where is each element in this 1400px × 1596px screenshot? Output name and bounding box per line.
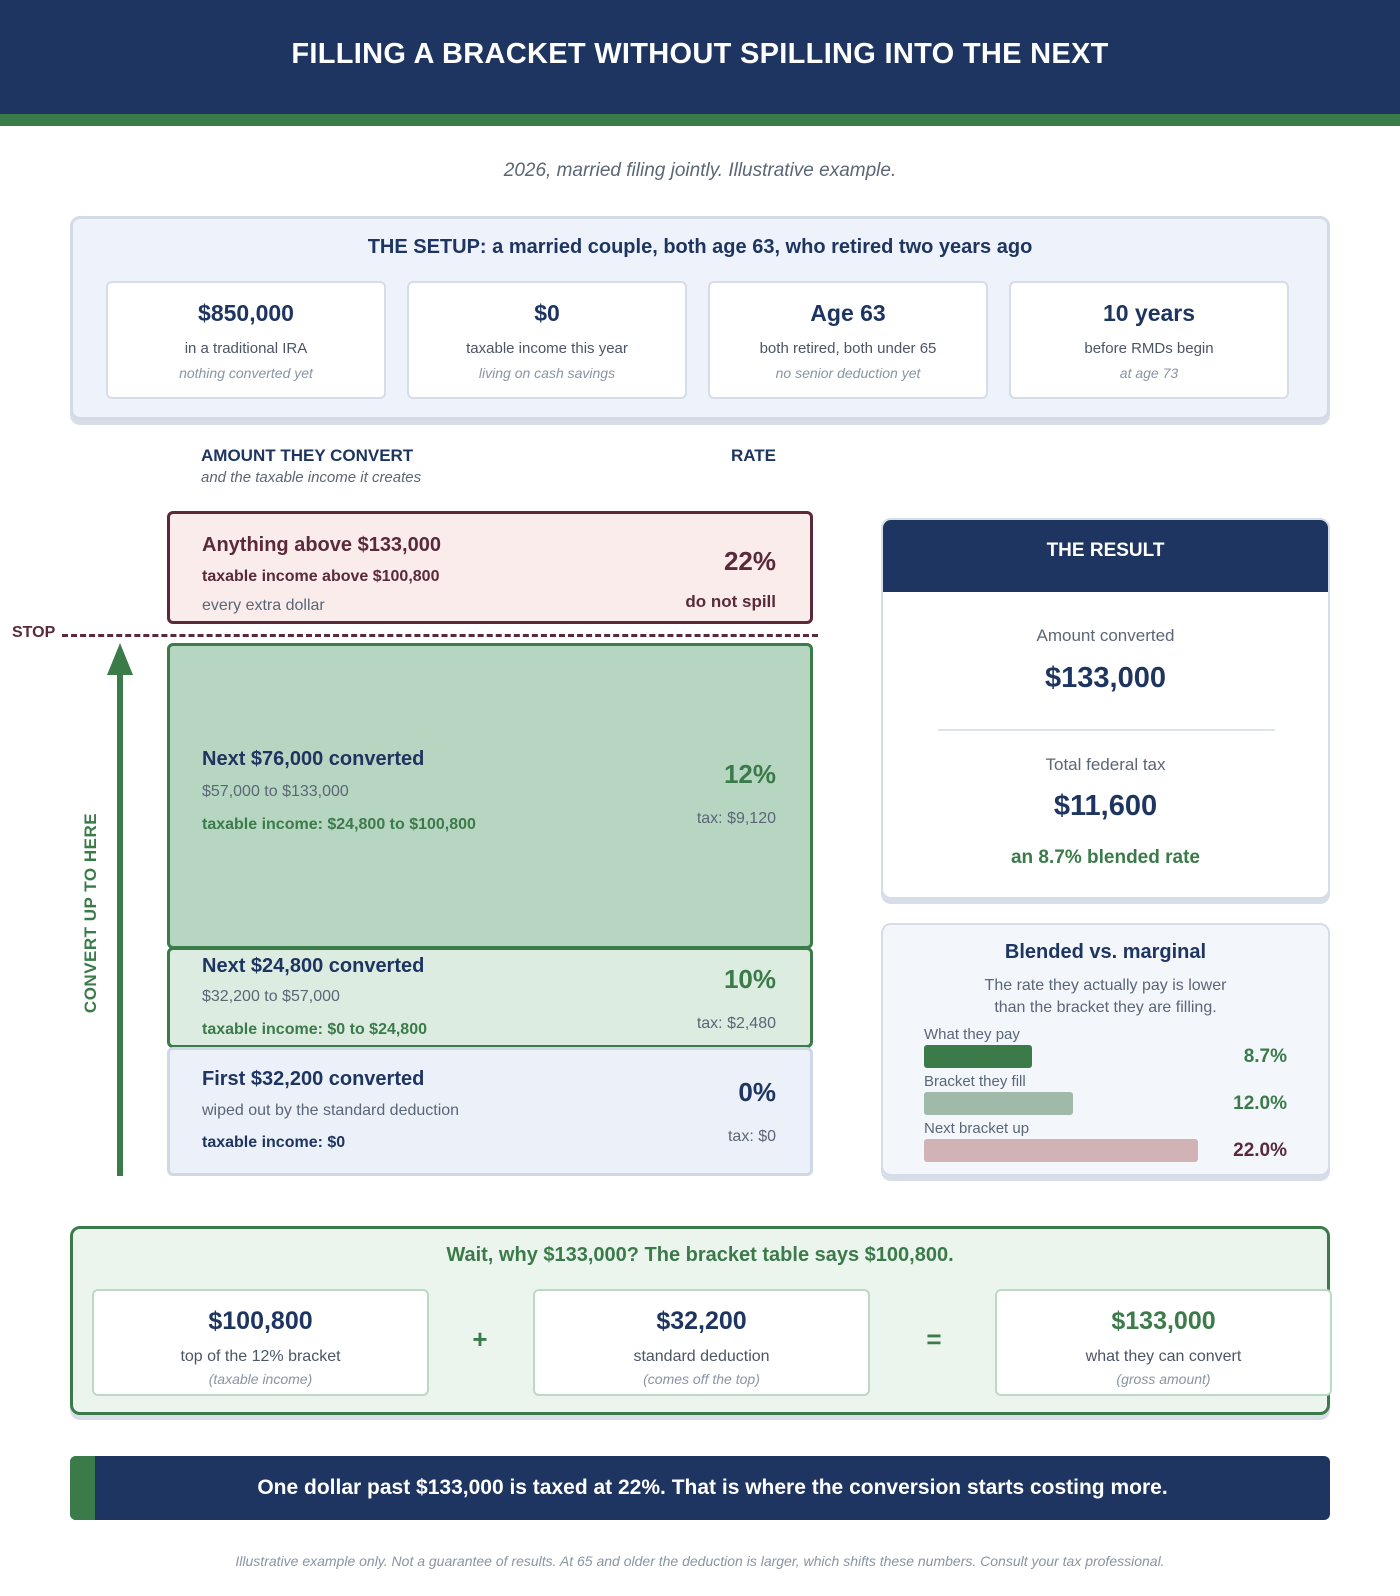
why-card-note: (gross amount) (1116, 1371, 1211, 1387)
plus-sign: + (472, 1324, 488, 1354)
blend-description-line-1: The rate they actually pay is lower (984, 977, 1227, 994)
footnote: Illustrative example only. Not a guarant… (235, 1553, 1165, 1569)
why-card-label: what they can convert (1085, 1348, 1242, 1365)
bracket-taxable-range: taxable income: $0 (202, 1134, 346, 1151)
blend-description-line-2: than the bracket they are filling. (994, 999, 1217, 1016)
why-card-value: $100,800 (208, 1307, 313, 1335)
bracket-22-band: Anything above $133,000 taxable income a… (167, 511, 813, 624)
setup-card-note: living on cash savings (478, 365, 616, 381)
setup-card-value: Age 63 (810, 300, 886, 326)
bar-value: 22.0% (1233, 1140, 1287, 1161)
bracket-range: wiped out by the standard deduction (202, 1102, 460, 1119)
why-card-note: (comes off the top) (643, 1371, 760, 1387)
header-accent-stripe (0, 114, 1400, 126)
setup-card-income: $0 taxable income this year living on ca… (407, 281, 687, 399)
takeaway-banner: One dollar past $133,000 is taxed at 22%… (70, 1456, 1330, 1520)
rate-bar-what-they-pay (924, 1045, 1032, 1068)
setup-card-value: $0 (534, 300, 560, 326)
stop-label: STOP (12, 624, 56, 641)
rate-bar-next-bracket (924, 1139, 1198, 1162)
setup-card-value: 10 years (1102, 300, 1196, 326)
converted-label: Amount converted (1036, 626, 1175, 645)
setup-card-value: $850,000 (198, 300, 294, 326)
why-card-bracket-top: $100,800 top of the 12% bracket (taxable… (92, 1289, 429, 1396)
why-card-note: (taxable income) (208, 1371, 313, 1387)
page-subtitle: 2026, married filing jointly. Illustrati… (503, 160, 897, 181)
why-card-label: top of the 12% bracket (180, 1348, 341, 1365)
setup-card-label: in a traditional IRA (184, 340, 308, 357)
bar-label: Next bracket up (924, 1120, 1030, 1137)
bracket-taxable-range: taxable income above $100,800 (202, 568, 440, 585)
bracket-taxable-range: taxable income: $24,800 to $100,800 (202, 816, 476, 833)
bracket-range: $57,000 to $133,000 (202, 783, 349, 800)
bar-value: 8.7% (1243, 1046, 1287, 1067)
setup-card-note: no senior deduction yet (775, 365, 921, 381)
tax-value: $11,600 (1053, 790, 1158, 822)
blend-title: Blended vs. marginal (1004, 941, 1207, 963)
why-card-value: $133,000 (1111, 1307, 1216, 1335)
setup-panel: THE SETUP: a married couple, both age 63… (70, 216, 1330, 420)
why-card-value: $32,200 (656, 1307, 747, 1335)
setup-card-note: at age 73 (1119, 365, 1179, 381)
bar-label: Bracket they fill (924, 1073, 1026, 1090)
bracket-title: Next $24,800 converted (202, 955, 425, 977)
setup-card-ira: $850,000 in a traditional IRA nothing co… (106, 281, 386, 399)
bracket-tax: tax: $9,120 (696, 810, 776, 827)
converted-value: $133,000 (1045, 662, 1166, 694)
bracket-title: First $32,200 converted (202, 1068, 425, 1090)
setup-card-label: before RMDs begin (1084, 340, 1214, 357)
amount-column-subheading: and the taxable income it creates (201, 469, 422, 486)
rate-bar-bracket-they-fill (924, 1092, 1073, 1115)
bracket-tax: tax: $0 (727, 1128, 776, 1145)
bracket-10-band: Next $24,800 converted $32,200 to $57,00… (167, 947, 813, 1048)
convert-arrow-label: CONVERT UP TO HERE (81, 812, 100, 1014)
bracket-rate: 22% (723, 546, 776, 576)
page-title: FILLING A BRACKET WITHOUT SPILLING INTO … (291, 38, 1109, 70)
setup-title: THE SETUP: a married couple, both age 63… (367, 236, 1033, 258)
equals-sign: = (926, 1324, 942, 1354)
bracket-taxable-range: taxable income: $0 to $24,800 (202, 1021, 427, 1038)
bracket-rate: 12% (723, 759, 776, 789)
why-card-deduction: $32,200 standard deduction (comes off th… (533, 1289, 870, 1396)
result-panel: THE RESULT Amount converted $133,000 Tot… (881, 518, 1330, 899)
amount-column-heading: AMOUNT THEY CONVERT (201, 446, 414, 465)
bracket-0-band: First $32,200 converted wiped out by the… (167, 1047, 813, 1176)
result-header: THE RESULT (883, 520, 1328, 592)
bracket-note: every extra dollar (202, 597, 325, 614)
bracket-tax: tax: $2,480 (696, 1015, 776, 1032)
bar-label: What they pay (924, 1026, 1020, 1043)
setup-card-note: nothing converted yet (179, 365, 313, 381)
setup-card-rmd: 10 years before RMDs begin at age 73 (1009, 281, 1289, 399)
why-explanation-panel: Wait, why $133,000? The bracket table sa… (70, 1226, 1332, 1415)
banner-accent (70, 1456, 95, 1520)
why-card-total: $133,000 what they can convert (gross am… (995, 1289, 1332, 1396)
arrow-shaft (117, 670, 123, 1176)
why-card-label: standard deduction (633, 1348, 770, 1365)
bracket-rate: 10% (723, 964, 776, 994)
blended-vs-marginal-panel: Blended vs. marginal The rate they actua… (881, 923, 1330, 1176)
bracket-warning: do not spill (685, 592, 776, 611)
stop-dashed-line (62, 634, 818, 637)
why-title: Wait, why $133,000? The bracket table sa… (446, 1244, 954, 1266)
setup-card-label: both retired, both under 65 (759, 340, 937, 357)
setup-card-age: Age 63 both retired, both under 65 no se… (708, 281, 988, 399)
bracket-title: Anything above $133,000 (202, 534, 441, 556)
bar-value: 12.0% (1233, 1093, 1287, 1114)
bracket-title: Next $76,000 converted (202, 748, 425, 770)
bracket-12-band: Next $76,000 converted $57,000 to $133,0… (167, 643, 813, 949)
result-title: THE RESULT (1046, 540, 1165, 561)
banner-text: One dollar past $133,000 is taxed at 22%… (257, 1476, 1168, 1499)
bracket-range: $32,200 to $57,000 (202, 988, 340, 1005)
tax-label: Total federal tax (1045, 755, 1166, 774)
result-divider (938, 729, 1275, 731)
setup-card-label: taxable income this year (466, 340, 628, 357)
rate-column-heading: RATE (731, 446, 777, 465)
blended-rate-text: an 8.7% blended rate (1010, 847, 1200, 868)
bracket-rate: 0% (738, 1077, 776, 1107)
